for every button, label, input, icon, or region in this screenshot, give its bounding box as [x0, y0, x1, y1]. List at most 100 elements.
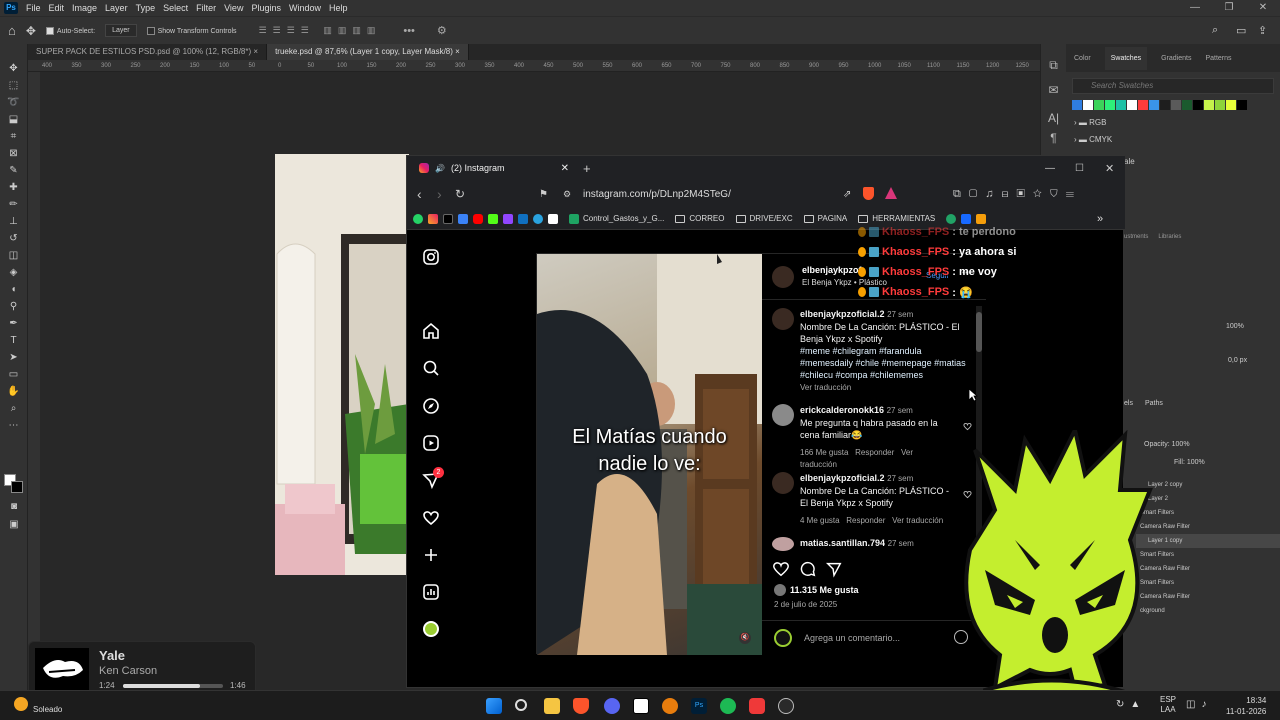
folder-blue-icon[interactable] — [458, 213, 468, 224]
photoshop-icon[interactable]: Ps — [691, 698, 707, 714]
bookmark-pagina[interactable]: PAGINA — [803, 214, 847, 223]
tab-paths[interactable]: Paths — [1145, 400, 1163, 407]
layer-row[interactable]: Smart Filters — [1136, 548, 1280, 562]
share-icon[interactable] — [825, 560, 843, 578]
layer-row[interactable]: Layer 2 copy — [1136, 478, 1280, 492]
layer-row[interactable]: Layer 1 copy — [1136, 534, 1280, 548]
tab-adjustments[interactable]: ustments — [1124, 234, 1148, 240]
menu-window[interactable]: Window — [289, 3, 321, 13]
comment-avatar[interactable] — [772, 308, 794, 330]
color-swatch[interactable] — [1237, 100, 1247, 110]
properties-feather-value[interactable]: 0,0 px — [1228, 357, 1247, 364]
path-select-icon[interactable]: ➤ — [6, 351, 22, 365]
comment-icon[interactable] — [799, 560, 817, 578]
more-options-icon[interactable]: ••• — [403, 25, 415, 37]
color-swatch[interactable] — [1083, 100, 1093, 110]
reload-icon[interactable]: ↻ — [455, 187, 465, 201]
blender-icon[interactable] — [662, 698, 678, 714]
post-video[interactable]: El Matías cuando nadie lo ve: 🔇 — [537, 254, 762, 655]
color-swatch[interactable] — [1193, 100, 1203, 110]
reply-link[interactable]: Responder — [855, 448, 894, 457]
swatch-folder-cmyk[interactable]: › ▬ CMYK — [1074, 135, 1280, 144]
comment-avatar[interactable] — [772, 537, 794, 551]
new-tab-icon[interactable]: + — [583, 161, 591, 176]
tab-layers[interactable]: els — [1124, 400, 1133, 407]
settings-gear-icon[interactable]: ⚙ — [437, 24, 447, 37]
address-bar[interactable]: instagram.com/p/DLnp2M4STeG/ — [583, 189, 731, 200]
comment-username[interactable]: elbenjaykpzoficial.2 — [800, 473, 885, 483]
character-icon[interactable]: A| — [1041, 111, 1066, 125]
layer-row[interactable]: ckground — [1136, 604, 1280, 618]
twitch-icon[interactable] — [503, 213, 513, 224]
speaker-icon[interactable]: 🔊 — [435, 164, 445, 173]
forward-icon[interactable]: › — [437, 186, 442, 202]
auto-select-checkbox[interactable]: Auto-Select: — [45, 26, 95, 35]
tab-color[interactable]: Color — [1074, 55, 1091, 62]
layer-row[interactable]: Smart Filters — [1136, 576, 1280, 590]
browser-tab-instagram[interactable]: 🔊 (2) Instagram ✕ — [413, 157, 573, 179]
frame-tool-icon[interactable]: ⊠ — [6, 147, 22, 161]
header-avatar[interactable] — [772, 266, 794, 288]
create-icon[interactable] — [421, 545, 441, 565]
properties-opacity-value[interactable]: 100% — [1226, 323, 1244, 330]
screen-mode-icon[interactable]: ▣ — [6, 518, 22, 532]
bookmark-control-gastos[interactable]: Control_Gastos_y_G... — [569, 213, 664, 224]
comment-avatar[interactable] — [772, 404, 794, 426]
menu-file[interactable]: File — [26, 3, 41, 13]
tab-swatches[interactable]: Swatches — [1104, 46, 1148, 70]
browser-close-icon[interactable]: ✕ — [1105, 162, 1114, 175]
color-swatch[interactable] — [1094, 100, 1104, 110]
paypal-icon[interactable] — [518, 213, 528, 224]
instagram-icon[interactable] — [428, 213, 438, 224]
back-icon[interactable]: ‹ — [417, 186, 422, 202]
browser-minimize-icon[interactable]: — — [1045, 163, 1055, 174]
tab-libraries[interactable]: Libraries — [1158, 234, 1181, 240]
history-icon[interactable]: ⧉ — [1041, 58, 1066, 73]
menu-select[interactable]: Select — [163, 3, 188, 13]
type-tool-icon[interactable]: T — [6, 334, 22, 348]
auto-select-dropdown[interactable]: Layer — [105, 24, 137, 37]
taskbar-search-icon[interactable] — [515, 699, 527, 711]
comment-username[interactable]: elbenjaykpzoficial.2 — [800, 309, 885, 319]
color-swatch[interactable] — [1204, 100, 1214, 110]
quick-mask-icon[interactable]: ◙ — [6, 500, 22, 514]
color-swatch[interactable] — [1171, 100, 1181, 110]
browser-maximize-icon[interactable]: ☐ — [1075, 163, 1084, 174]
see-translation-link[interactable]: Ver traducción — [800, 383, 851, 392]
like-icon[interactable] — [772, 560, 790, 578]
comment-likes[interactable]: 166 Me gusta — [800, 448, 848, 457]
menu-view[interactable]: View — [224, 3, 243, 13]
opacity-value[interactable]: 100% — [1172, 441, 1190, 448]
home-icon[interactable] — [421, 321, 441, 341]
dashboard-icon[interactable] — [421, 582, 441, 602]
paint-bucket-icon[interactable]: ◈ — [6, 266, 22, 280]
crop-tool-icon[interactable]: ⌗ — [6, 130, 22, 144]
workspace-icon[interactable]: ▭ — [1236, 24, 1246, 37]
color-swatch[interactable] — [1138, 100, 1148, 110]
reply-link[interactable]: Responder — [846, 516, 885, 525]
menu-filter[interactable]: Filter — [196, 3, 216, 13]
lasso-tool-icon[interactable]: ➰ — [6, 96, 22, 110]
doc-tab-super-pack[interactable]: SUPER PACK DE ESTILOS PSD.psd @ 100% (12… — [28, 44, 268, 60]
youtube-icon[interactable] — [473, 213, 483, 224]
extensions-icons[interactable]: ⧉▢♫⊟▣☆⛉☰ — [953, 188, 1082, 201]
paragraph-icon[interactable]: ¶ — [1041, 131, 1066, 145]
notifications-heart-icon[interactable] — [421, 508, 441, 528]
show-transform-checkbox[interactable]: Show Transform Controls — [146, 26, 237, 35]
weather-text[interactable]: Soleado — [33, 705, 62, 714]
tab-gradients[interactable]: Gradients — [1161, 55, 1191, 62]
hand-tool-icon[interactable]: ✋ — [6, 385, 22, 399]
align-icons[interactable]: ☰☰☰☰ ▥▥▥▥ — [259, 25, 382, 36]
progress-bar[interactable] — [123, 684, 223, 688]
comment-hashtags[interactable]: #meme #chilegram #farandula #memesdaily … — [800, 346, 966, 380]
history-brush-icon[interactable]: ↺ — [6, 232, 22, 246]
background-color-swatch[interactable] — [11, 481, 23, 493]
color-swatch[interactable] — [1127, 100, 1137, 110]
color-swatch[interactable] — [1072, 100, 1082, 110]
menu-type[interactable]: Type — [136, 3, 156, 13]
comments-icon[interactable]: ✉ — [1041, 83, 1066, 97]
comment-input[interactable]: Agrega un comentario... — [804, 633, 900, 643]
document-canvas-image[interactable] — [275, 154, 409, 575]
tab-patterns[interactable]: Patterns — [1205, 55, 1231, 62]
share-icon[interactable]: ⇗ — [843, 189, 851, 200]
